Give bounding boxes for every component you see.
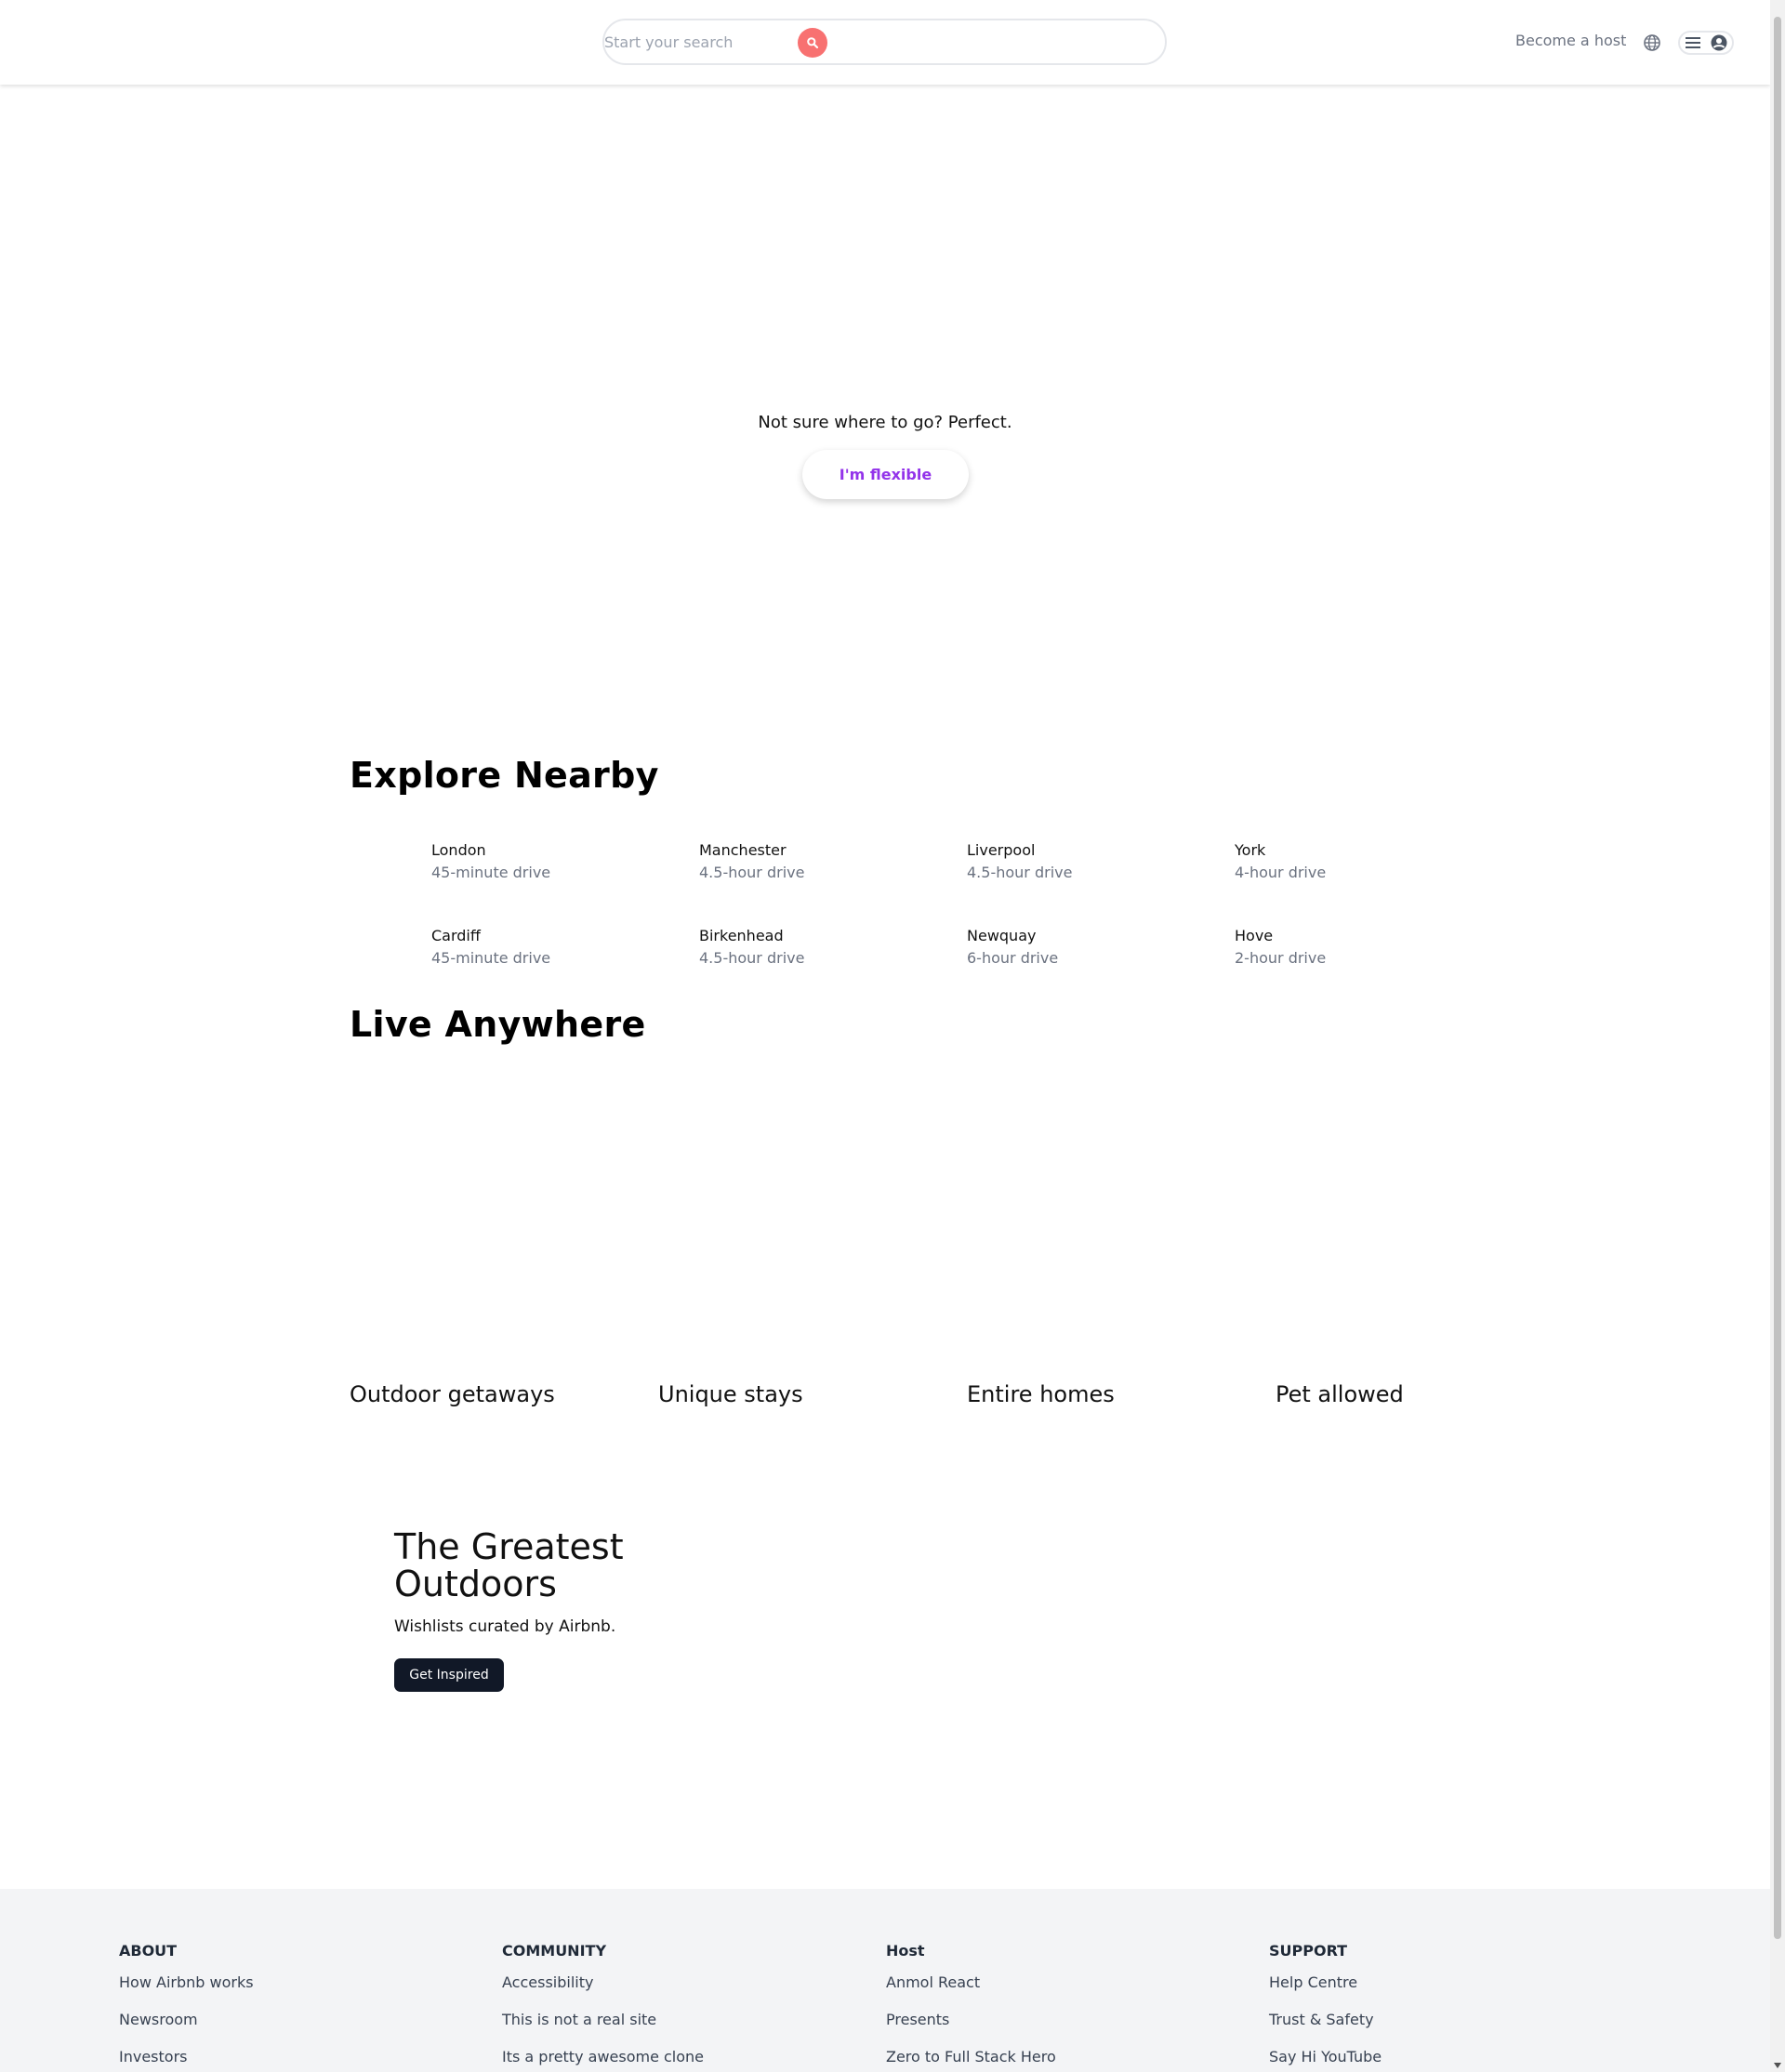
- footer-column-community: COMMUNITY Accessibility This is not a re…: [502, 1942, 874, 2072]
- nearby-city: Liverpool: [967, 841, 1036, 859]
- footer-link[interactable]: Trust & Safety: [1269, 2001, 1641, 2039]
- live-card[interactable]: Outdoor getaways: [350, 1069, 638, 1413]
- header: Become a host: [0, 0, 1770, 85]
- nearby-item[interactable]: York 4-hour drive: [1153, 841, 1395, 897]
- nearby-distance: 4-hour drive: [1235, 864, 1327, 881]
- nearby-city: Cardiff: [431, 927, 481, 944]
- nearby-distance: 2-hour drive: [1235, 949, 1327, 967]
- nearby-city: Newquay: [967, 927, 1037, 944]
- search-input[interactable]: [604, 30, 800, 54]
- nearby-distance: 45-minute drive: [431, 864, 551, 881]
- nearby-item[interactable]: Hove 2-hour drive: [1153, 927, 1395, 983]
- nearby-item[interactable]: Manchester 4.5-hour drive: [617, 841, 859, 897]
- globe-icon[interactable]: [1643, 33, 1661, 52]
- nearby-distance: 6-hour drive: [967, 949, 1059, 967]
- footer-link[interactable]: Presents: [886, 2001, 1258, 2039]
- footer-link[interactable]: This is not a real site: [502, 2001, 874, 2039]
- become-host-link[interactable]: Become a host: [1515, 32, 1626, 49]
- menu-icon: [1686, 37, 1700, 48]
- nearby-city: York: [1235, 841, 1266, 859]
- search-icon: [807, 37, 819, 49]
- search-button[interactable]: [798, 28, 827, 58]
- footer-link[interactable]: Say Hi YouTube: [1269, 2039, 1641, 2072]
- footer-link[interactable]: Help Centre: [1269, 1964, 1641, 2001]
- nearby-item[interactable]: Newquay 6-hour drive: [885, 927, 1127, 983]
- nearby-distance: 4.5-hour drive: [967, 864, 1073, 881]
- footer-link[interactable]: Zero to Full Stack Hero: [886, 2039, 1258, 2072]
- footer-link[interactable]: Newsroom: [119, 2001, 491, 2039]
- footer-heading: ABOUT: [119, 1942, 178, 1960]
- user-circle-icon: [1711, 34, 1727, 51]
- footer-heading: COMMUNITY: [502, 1942, 607, 1960]
- footer-link[interactable]: Investors: [119, 2039, 491, 2072]
- nearby-city: London: [431, 841, 486, 859]
- vertical-scrollbar[interactable]: [1770, 0, 1785, 2072]
- nearby-distance: 45-minute drive: [431, 949, 551, 967]
- footer-heading: SUPPORT: [1269, 1942, 1348, 1960]
- footer-column-support: SUPPORT Help Centre Trust & Safety Say H…: [1269, 1942, 1641, 2072]
- user-menu-button[interactable]: [1678, 31, 1734, 55]
- promo-title: The Greatest Outdoors: [394, 1526, 624, 1604]
- live-card[interactable]: Entire homes: [967, 1069, 1255, 1413]
- footer-link[interactable]: Accessibility: [502, 1964, 874, 2001]
- scroll-down-arrow-icon[interactable]: [1774, 2063, 1781, 2068]
- nearby-city: Birkenhead: [699, 927, 784, 944]
- promo-subtitle: Wishlists curated by Airbnb.: [394, 1617, 616, 1636]
- live-card[interactable]: Pet allowed: [1276, 1069, 1564, 1413]
- live-anywhere-title: Live Anywhere: [350, 1004, 646, 1045]
- footer-link[interactable]: Its a pretty awesome clone: [502, 2039, 874, 2072]
- page: Become a host Not sure where to go? Perf…: [0, 0, 1770, 2072]
- footer-column-host: Host Anmol React Presents Zero to Full S…: [886, 1942, 1258, 2072]
- search-bar[interactable]: [602, 19, 1167, 65]
- nearby-item[interactable]: Liverpool 4.5-hour drive: [885, 841, 1127, 897]
- nearby-distance: 4.5-hour drive: [699, 864, 805, 881]
- hero-tagline: Not sure where to go? Perfect.: [758, 413, 1012, 432]
- scrollbar-thumb[interactable]: [1774, 17, 1781, 1939]
- live-card-title: Pet allowed: [1276, 1381, 1404, 1407]
- footer-link[interactable]: Anmol React: [886, 1964, 1258, 2001]
- footer-link[interactable]: How Airbnb works: [119, 1964, 491, 2001]
- nearby-distance: 4.5-hour drive: [699, 949, 805, 967]
- get-inspired-button[interactable]: Get Inspired: [394, 1658, 504, 1692]
- nearby-city: Manchester: [699, 841, 787, 859]
- nearby-item[interactable]: Cardiff 45-minute drive: [350, 927, 591, 983]
- nearby-item[interactable]: London 45-minute drive: [350, 841, 591, 897]
- live-card-title: Entire homes: [967, 1381, 1115, 1407]
- live-card-title: Unique stays: [658, 1381, 803, 1407]
- flexible-button[interactable]: I'm flexible: [802, 450, 969, 499]
- nearby-city: Hove: [1235, 927, 1274, 944]
- live-card-title: Outdoor getaways: [350, 1381, 555, 1407]
- footer-heading: Host: [886, 1942, 925, 1960]
- explore-nearby-title: Explore Nearby: [350, 755, 659, 796]
- nearby-item[interactable]: Birkenhead 4.5-hour drive: [617, 927, 859, 983]
- footer-column-about: ABOUT How Airbnb works Newsroom Investor…: [119, 1942, 491, 2072]
- live-card[interactable]: Unique stays: [658, 1069, 946, 1413]
